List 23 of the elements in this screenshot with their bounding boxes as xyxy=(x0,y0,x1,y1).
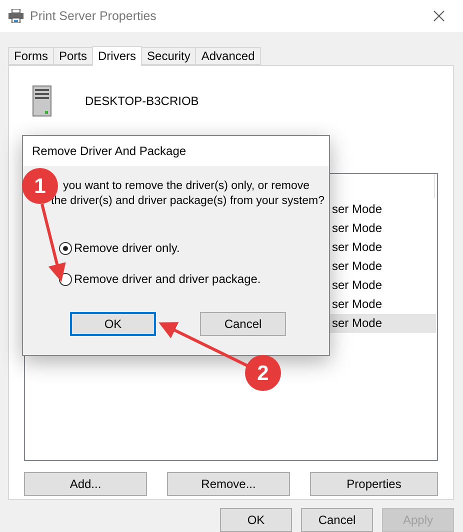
option-label: Remove driver only. xyxy=(74,241,180,255)
dialog-title: Remove Driver And Package xyxy=(32,144,186,158)
printer-icon xyxy=(8,8,24,23)
list-action-button[interactable]: Add... xyxy=(24,472,147,496)
tab[interactable]: Security xyxy=(141,46,196,65)
option-label: Remove driver and driver package. xyxy=(74,272,261,286)
tab[interactable]: Advanced xyxy=(195,46,261,65)
dialog-button[interactable]: OK xyxy=(220,508,292,532)
step-badge: 2 xyxy=(245,355,281,391)
dialog-button[interactable]: OK xyxy=(70,312,156,336)
server-icon xyxy=(31,84,53,117)
server-name: DESKTOP-B3CRIOB xyxy=(85,94,199,108)
tab[interactable]: Forms xyxy=(8,46,54,65)
close-icon[interactable] xyxy=(433,10,445,22)
dialog-button[interactable]: Cancel xyxy=(200,312,286,336)
dialog-button[interactable]: Cancel xyxy=(301,508,373,532)
window-title: Print Server Properties xyxy=(30,8,158,23)
radio-button[interactable] xyxy=(59,242,72,254)
dialog-message: you want to remove the driver(s) only, or remove xyxy=(63,180,310,192)
list-action-button[interactable]: Properties xyxy=(310,472,438,496)
tab[interactable]: Ports xyxy=(53,46,94,65)
tab[interactable]: Drivers xyxy=(92,46,142,66)
list-action-button[interactable]: Remove... xyxy=(167,472,290,496)
